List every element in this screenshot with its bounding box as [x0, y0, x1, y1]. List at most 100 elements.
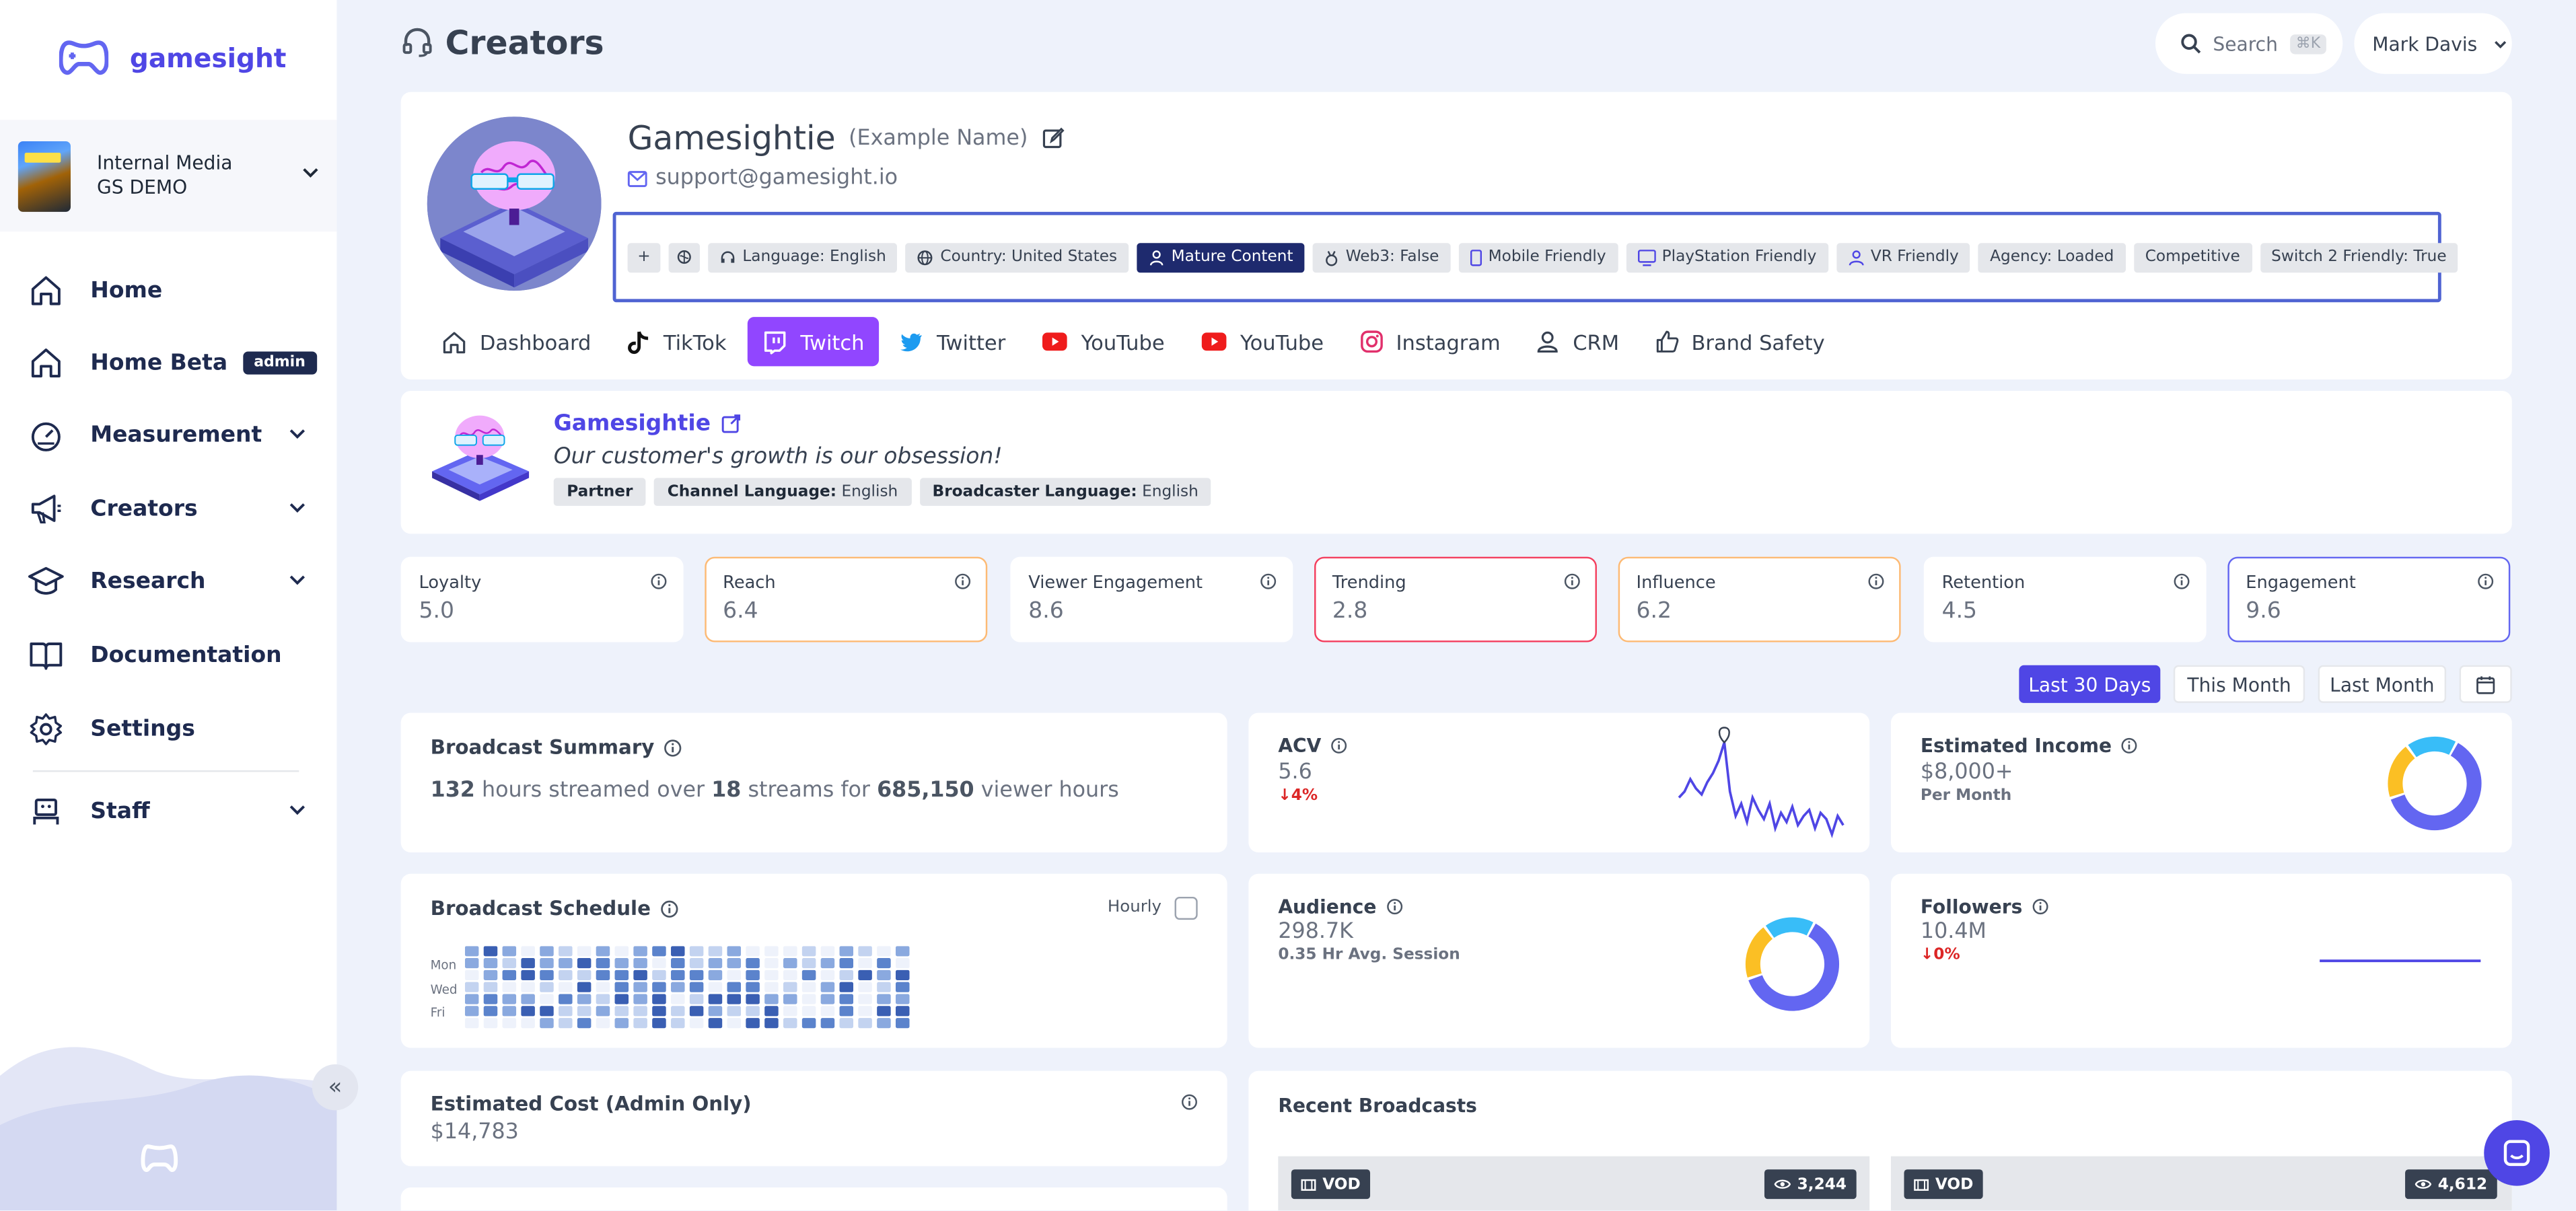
tag-mature-content[interactable]: Mature Content [1137, 242, 1305, 272]
tag-switch2[interactable]: Switch 2 Friendly: True [2260, 242, 2458, 272]
brain-tag-button[interactable] [668, 242, 700, 272]
info-icon[interactable] [954, 573, 971, 589]
heatmap-cell [727, 958, 742, 969]
sidebar-item-creators[interactable]: Creators [0, 476, 336, 542]
search-button[interactable]: Search ⌘K [2155, 13, 2343, 74]
add-tag-button[interactable]: + [627, 242, 661, 272]
info-icon[interactable] [1386, 898, 1402, 915]
info-icon[interactable] [2477, 573, 2494, 589]
this-month-button[interactable]: This Month [2173, 665, 2305, 703]
tag-web3[interactable]: Web3: False [1312, 242, 1451, 272]
tab-dashboard[interactable]: Dashboard [427, 317, 606, 366]
heatmap-cell [671, 946, 685, 957]
creator-email[interactable]: support@gamesight.io [655, 166, 898, 191]
heatmap-cell [483, 958, 498, 969]
tag-competitive[interactable]: Competitive [2133, 242, 2252, 272]
heatmap-cell [464, 1006, 479, 1017]
tab-twitter[interactable]: Twitter [886, 317, 1020, 366]
views-count: 3,244 [1797, 1175, 1847, 1194]
info-icon[interactable] [2174, 573, 2190, 589]
heatmap-cell [577, 969, 592, 980]
sidebar-item-documentation[interactable]: Documentation [0, 622, 336, 688]
tag-language[interactable]: Language: English [708, 242, 898, 272]
tag-label: VR Friendly [1870, 248, 1959, 266]
heatmap-cell [783, 982, 797, 992]
headset-icon [402, 28, 432, 57]
tag-editor[interactable]: + Language: English Country: United Stat… [612, 211, 2458, 303]
tag-label: Competitive [2145, 248, 2240, 266]
heatmap-cell [689, 1006, 704, 1017]
info-icon[interactable] [651, 573, 667, 589]
broadcast-thumbnail-2[interactable]: VOD 4,612 [1890, 1156, 2512, 1211]
user-menu[interactable]: Mark Davis [2354, 13, 2512, 74]
eye-icon [1774, 1179, 1791, 1189]
broadcaster-language-badge: Broadcaster Language: English [919, 478, 1212, 506]
edit-icon[interactable] [1041, 126, 1064, 149]
tag-country[interactable]: Country: United States [906, 242, 1129, 272]
tab-label: CRM [1573, 329, 1620, 355]
info-icon[interactable] [2032, 898, 2048, 915]
sidebar-item-measurement[interactable]: Measurement [0, 402, 336, 468]
score-card-viewer-engagement[interactable]: Viewer Engagement 8.6 [1010, 556, 1293, 643]
info-icon[interactable] [1868, 573, 1884, 589]
score-card-trending[interactable]: Trending 2.8 [1314, 556, 1597, 643]
score-value: 5.0 [419, 597, 454, 624]
heatmap-cell [877, 946, 891, 957]
mobile-icon [1470, 248, 1482, 266]
info-icon[interactable] [661, 900, 679, 918]
twitch-icon [764, 330, 786, 354]
score-value: 8.6 [1028, 597, 1064, 624]
collapse-sidebar-button[interactable]: « [312, 1064, 359, 1111]
tab-twitch[interactable]: Twitch [748, 317, 880, 367]
widget-title: Recent Broadcasts [1278, 1093, 1477, 1117]
sidebar-item-home[interactable]: Home [0, 258, 336, 324]
calendar-button[interactable] [2459, 665, 2512, 703]
score-card-influence[interactable]: Influence 6.2 [1618, 556, 1901, 643]
heatmap-cell [820, 982, 835, 992]
tab-instagram[interactable]: Instagram [1345, 317, 1515, 366]
sidebar-item-home-beta[interactable]: Home Beta admin [0, 330, 336, 396]
audience-sub: 0.35 Hr Avg. Session [1278, 946, 1460, 965]
sidebar-item-label: Settings [90, 716, 195, 743]
hourly-checkbox[interactable] [1174, 896, 1198, 920]
tab-tiktok[interactable]: TikTok [612, 317, 741, 366]
score-card-reach[interactable]: Reach 6.4 [705, 556, 988, 643]
tab-brand-safety[interactable]: Brand Safety [1641, 317, 1840, 366]
sidebar-item-settings[interactable]: Settings [0, 696, 336, 762]
channel-name-link[interactable]: Gamesightie [554, 410, 740, 437]
last-month-button[interactable]: Last Month [2318, 665, 2447, 703]
heatmap-cell [820, 958, 835, 969]
last-30-days-button[interactable]: Last 30 Days [2019, 665, 2161, 703]
sidebar-item-label: Creators [90, 496, 198, 523]
score-card-loyalty[interactable]: Loyalty 5.0 [400, 556, 684, 643]
info-icon[interactable] [2122, 737, 2138, 754]
sidebar-item-research[interactable]: Research [0, 548, 336, 614]
user-icon [1538, 331, 1559, 353]
score-card-retention[interactable]: Retention 4.5 [1923, 556, 2207, 643]
heatmap-cell [801, 1006, 816, 1017]
tab-youtube-2[interactable]: YouTube [1186, 317, 1338, 366]
score-label: Engagement [2246, 573, 2356, 593]
sidebar-item-staff[interactable]: Staff [0, 778, 336, 844]
broadcast-thumbnail-1[interactable]: VOD 3,244 [1278, 1156, 1870, 1211]
info-icon[interactable] [1260, 573, 1277, 589]
tab-crm[interactable]: CRM [1522, 317, 1635, 366]
chat-launcher-button[interactable] [2484, 1120, 2550, 1186]
tag-vr[interactable]: VR Friendly [1836, 242, 1970, 272]
info-icon[interactable] [1564, 573, 1580, 589]
info-icon[interactable] [1331, 737, 1347, 754]
tag-playstation[interactable]: PlayStation Friendly [1625, 242, 1828, 272]
heatmap-cell [877, 1018, 891, 1029]
tag-label: Switch 2 Friendly: True [2271, 248, 2447, 266]
info-icon[interactable] [1181, 1094, 1197, 1110]
page-title-text: Creators [445, 23, 604, 63]
tab-youtube[interactable]: YouTube [1027, 317, 1180, 366]
org-switcher[interactable]: Internal Media GS DEMO [0, 120, 337, 232]
info-icon[interactable] [664, 738, 682, 756]
brand-logo[interactable]: gamesight [59, 38, 286, 77]
tag-mobile[interactable]: Mobile Friendly [1458, 242, 1618, 272]
heatmap-cell [727, 1006, 742, 1017]
score-card-engagement[interactable]: Engagement 9.6 [2227, 556, 2511, 643]
broadcast-heatmap [464, 946, 910, 1029]
tag-agency[interactable]: Agency: Loaded [1978, 242, 2126, 272]
